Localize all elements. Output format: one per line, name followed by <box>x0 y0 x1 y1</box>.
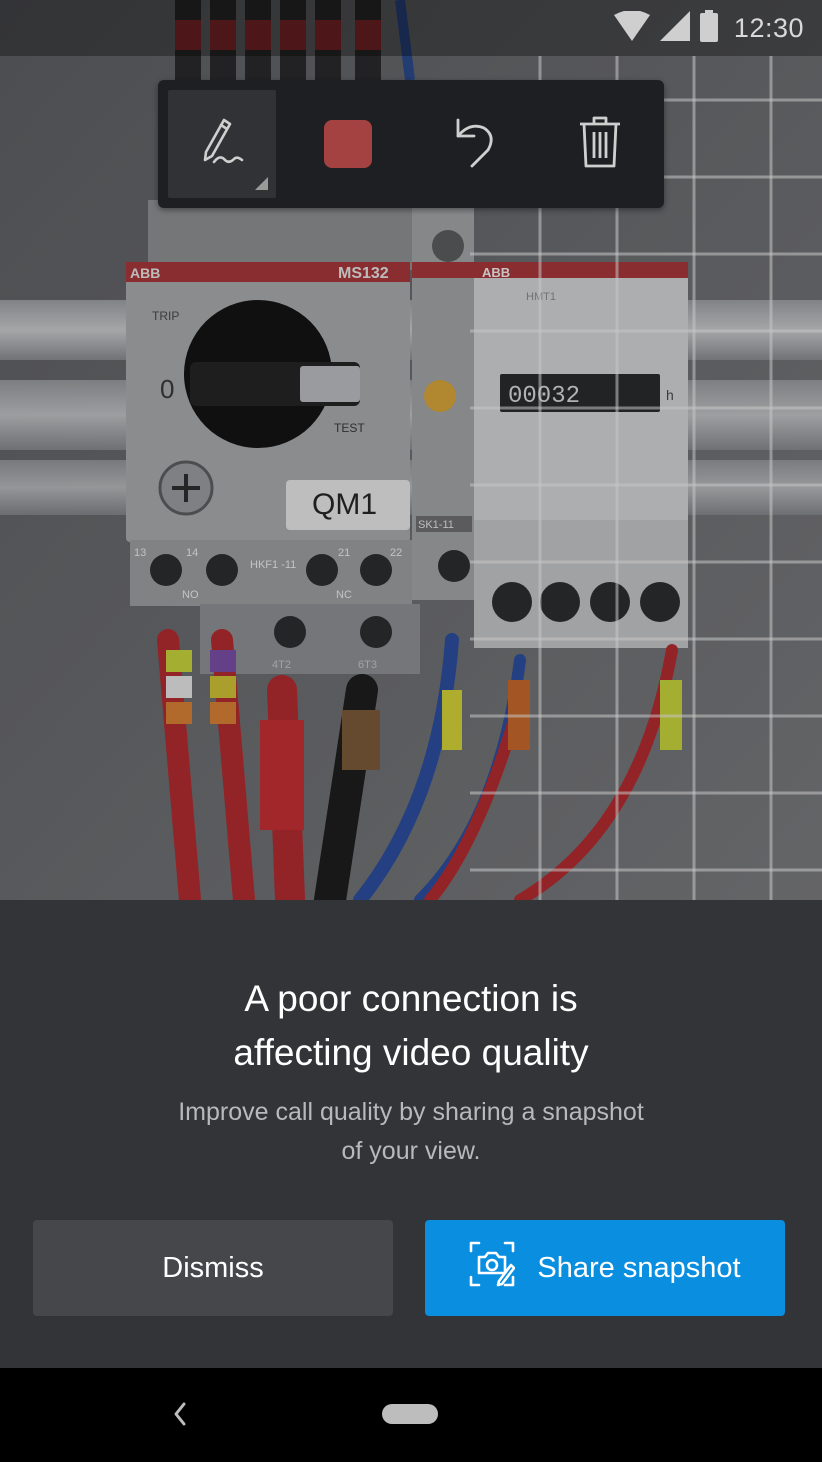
dismiss-button-label: Dismiss <box>162 1251 264 1284</box>
color-swatch <box>324 120 372 168</box>
trash-icon <box>578 116 622 173</box>
din-rail-bottom <box>0 460 822 515</box>
screen: ABB MS132 TRIP 0 TEST QM1 13 14 21 22 HK… <box>0 0 822 1462</box>
aux-label: HKF1 -11 <box>250 559 296 571</box>
meter-brand: ABB <box>482 265 510 280</box>
sheet-title-line-1: A poor connection is <box>244 978 578 1019</box>
navigation-bar <box>0 1368 822 1462</box>
ink-toolbar <box>158 80 664 208</box>
terminal-no-label: NO <box>182 589 199 601</box>
pen-options-indicator <box>255 177 268 190</box>
signal-icon <box>659 10 690 46</box>
pen-icon <box>194 114 250 175</box>
sheet-subtitle-line-2: of your view. <box>341 1137 481 1165</box>
meter-unit: h <box>666 387 674 403</box>
aux-contact-label: SK1-11 <box>418 519 454 531</box>
breaker-off-label: 0 <box>160 374 174 404</box>
breaker-model: MS132 <box>338 265 389 282</box>
status-time: 12:30 <box>733 12 804 43</box>
wifi-icon <box>613 9 650 46</box>
pen-tool-button[interactable] <box>168 90 276 198</box>
motor-breaker: ABB MS132 TRIP 0 TEST QM1 13 14 21 22 HK… <box>126 200 420 674</box>
breaker-brand: ABB <box>130 265 160 281</box>
lower-terminal-label-1: 4T2 <box>272 659 291 671</box>
color-tool-button[interactable] <box>294 90 402 198</box>
share-snapshot-label: Share snapshot <box>537 1251 741 1284</box>
device-tag: QM1 <box>312 488 377 521</box>
sheet-subtitle-line-1: Improve call quality by sharing a snapsh… <box>178 1098 644 1126</box>
aux-contact-module: SK1-11 <box>412 200 474 600</box>
back-icon <box>170 1400 190 1433</box>
status-bar: 12:30 <box>0 0 822 56</box>
delete-tool-button[interactable] <box>546 90 654 198</box>
undo-icon <box>450 114 498 175</box>
terminal-label-3: 21 <box>338 547 350 559</box>
dismiss-button[interactable]: Dismiss <box>33 1220 393 1316</box>
battery-icon <box>699 9 718 47</box>
terminal-label-2: 14 <box>186 547 198 559</box>
sheet-title-line-2: affecting video quality <box>233 1032 589 1073</box>
hour-meter: ABB HMT1 00032 h <box>474 262 688 648</box>
share-snapshot-button[interactable]: Share snapshot <box>425 1220 785 1316</box>
home-pill[interactable] <box>382 1404 438 1424</box>
lower-terminal-label-2: 6T3 <box>358 659 377 671</box>
undo-tool-button[interactable] <box>420 90 528 198</box>
poor-connection-sheet: A poor connection is affecting video qua… <box>0 900 822 1368</box>
sheet-subtitle: Improve call quality by sharing a snapsh… <box>0 1093 822 1171</box>
back-button[interactable] <box>160 1396 200 1436</box>
breaker-trip-label: TRIP <box>152 309 179 323</box>
din-rail-middle <box>0 380 822 450</box>
snapshot-camera-icon <box>469 1241 516 1295</box>
breaker-test-label: TEST <box>334 421 365 435</box>
terminal-nc-label: NC <box>336 589 352 601</box>
meter-reading: 00032 <box>508 383 580 410</box>
terminal-label-1: 13 <box>134 547 146 559</box>
terminal-label-4: 22 <box>390 547 402 559</box>
sheet-title: A poor connection is affecting video qua… <box>0 972 822 1080</box>
